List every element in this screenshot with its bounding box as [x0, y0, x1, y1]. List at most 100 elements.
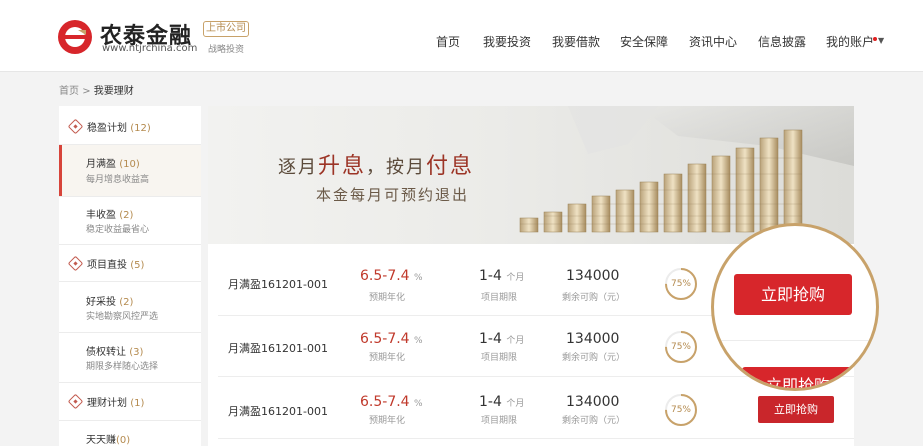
item-count: (2) — [119, 297, 134, 308]
category-count: (1) — [130, 398, 145, 409]
rate-value: 6.5-7.4 — [360, 394, 410, 410]
expected-rate: 6.5-7.4 % — [360, 331, 423, 347]
logo-mark-icon — [58, 20, 92, 54]
divider — [59, 196, 201, 197]
headline-emphasis: 升息 — [318, 154, 367, 179]
remaining-amount: 134000 — [566, 268, 620, 284]
banner-subtitle: 本金每月可预约退出 — [316, 186, 470, 204]
item-desc: 实地勘察风控严选 — [86, 312, 159, 322]
sidebar-active-indicator — [59, 144, 201, 196]
brand-url: www.ntjrchina.com — [102, 43, 198, 54]
term-unit: 个月 — [506, 399, 525, 409]
sidebar-item-debt-transfer[interactable]: 债权转让 (3) — [86, 343, 143, 358]
breadcrumb-home[interactable]: 首页 — [59, 86, 79, 97]
sidebar-category-direct[interactable]: 项目直投 (5) — [87, 256, 144, 271]
banner-headline: 逐月升息，按月付息 — [278, 148, 474, 180]
headline-emphasis: 付息 — [426, 154, 475, 179]
nav-invest[interactable]: 我要投资 — [483, 33, 531, 50]
product-name[interactable]: 月满盈161201-001 — [228, 340, 328, 356]
rate-value: 6.5-7.4 — [360, 331, 410, 347]
category-count: (5) — [130, 260, 145, 271]
nav-home[interactable]: 首页 — [436, 33, 460, 50]
row-divider — [714, 340, 876, 341]
category-diamond-icon — [67, 118, 84, 135]
amount-label: 剩余可购（元） — [562, 416, 626, 426]
headline-part: 逐月 — [278, 157, 318, 178]
item-desc: 每月增息收益高 — [86, 175, 150, 185]
breadcrumb-sep: > — [82, 86, 91, 97]
divider — [59, 332, 201, 333]
sidebar-category-plan[interactable]: 理财计划 (1) — [87, 394, 144, 409]
category-name: 项目直投 — [87, 260, 127, 271]
nav-security[interactable]: 安全保障 — [620, 33, 668, 50]
rate-label: 预期年化 — [369, 353, 406, 363]
nav-news[interactable]: 资讯中心 — [689, 33, 737, 50]
buy-now-button-zoomed[interactable]: 立即抢购 — [742, 367, 854, 388]
rate-unit: % — [414, 273, 423, 283]
sidebar-category-wenying[interactable]: 稳盈计划 (12) — [87, 119, 151, 134]
promo-banner[interactable]: 逐月升息，按月付息 本金每月可预约退出 — [208, 106, 854, 244]
site-header: 农泰金融 www.ntjrchina.com 上市公司 战略投资 首页 我要投资… — [0, 0, 923, 72]
category-name: 稳盈计划 — [87, 123, 127, 134]
project-term: 1-4 个月 — [479, 331, 524, 347]
term-unit: 个月 — [506, 336, 525, 346]
site-logo[interactable]: 农泰金融 www.ntjrchina.com — [56, 16, 206, 56]
item-name: 月满盈 — [86, 159, 116, 170]
category-diamond-icon — [67, 393, 84, 410]
item-name: 丰收盈 — [86, 210, 116, 221]
item-count: (0) — [116, 435, 131, 446]
item-name: 天天赚 — [86, 435, 116, 446]
buy-now-button[interactable]: 立即抢购 — [758, 396, 834, 423]
listed-company-badge: 上市公司 — [203, 21, 249, 37]
category-count: (12) — [130, 123, 151, 134]
amount-label: 剩余可购（元） — [562, 353, 626, 363]
item-count: (2) — [119, 210, 134, 221]
expected-rate: 6.5-7.4 % — [360, 268, 423, 284]
nav-borrow[interactable]: 我要借款 — [552, 33, 600, 50]
product-name[interactable]: 月满盈161201-001 — [228, 276, 328, 292]
rate-unit: % — [414, 336, 423, 346]
divider — [59, 144, 201, 145]
term-value: 1-4 — [479, 331, 502, 347]
breadcrumb-current: 我要理财 — [93, 86, 134, 97]
rate-label: 预期年化 — [369, 293, 406, 303]
category-diamond-icon — [67, 255, 84, 272]
row-divider — [218, 438, 854, 439]
rate-value: 6.5-7.4 — [360, 268, 410, 284]
term-label: 项目期限 — [481, 416, 518, 426]
breadcrumb: 首页 > 我要理财 — [59, 82, 134, 97]
remaining-amount: 134000 — [566, 331, 620, 347]
strategy-label: 战略投资 — [208, 45, 245, 55]
term-value: 1-4 — [479, 268, 502, 284]
amount-label: 剩余可购（元） — [562, 293, 626, 303]
item-name: 好采投 — [86, 297, 116, 308]
zoom-callout: 立即抢购 立即抢购 — [711, 223, 879, 391]
divider — [59, 244, 201, 245]
sidebar-item-fengshouying[interactable]: 丰收盈 (2) — [86, 206, 133, 221]
headline-part: ，按月 — [366, 157, 427, 178]
rate-label: 预期年化 — [369, 416, 406, 426]
item-count: (10) — [119, 159, 140, 170]
product-sidebar: 稳盈计划 (12) 月满盈 (10) 每月增息收益高 丰收盈 (2) 稳定收益最… — [59, 106, 201, 446]
term-value: 1-4 — [479, 394, 502, 410]
nav-disclosure[interactable]: 信息披露 — [758, 33, 806, 50]
progress-percent: 75% — [670, 405, 691, 415]
sidebar-item-tiantianzhuan[interactable]: 天天赚(0) — [86, 431, 130, 446]
term-unit: 个月 — [506, 273, 525, 283]
chevron-down-icon[interactable]: ▼ — [878, 36, 884, 45]
sidebar-item-yuemanying[interactable]: 月满盈 (10) — [86, 155, 140, 170]
rate-unit: % — [414, 399, 423, 409]
product-name[interactable]: 月满盈161201-001 — [228, 403, 328, 419]
divider — [59, 420, 201, 421]
nav-my-account[interactable]: 我的账户 — [826, 33, 874, 50]
item-name: 债权转让 — [86, 347, 126, 358]
divider — [59, 281, 201, 282]
buy-now-button-zoomed[interactable]: 立即抢购 — [734, 274, 852, 315]
expected-rate: 6.5-7.4 % — [360, 394, 423, 410]
notification-dot — [873, 37, 877, 41]
category-name: 理财计划 — [87, 398, 127, 409]
item-desc: 期限多样随心选择 — [86, 362, 159, 372]
sidebar-item-haocaitou[interactable]: 好采投 (2) — [86, 293, 133, 308]
project-term: 1-4 个月 — [479, 268, 524, 284]
remaining-amount: 134000 — [566, 394, 620, 410]
